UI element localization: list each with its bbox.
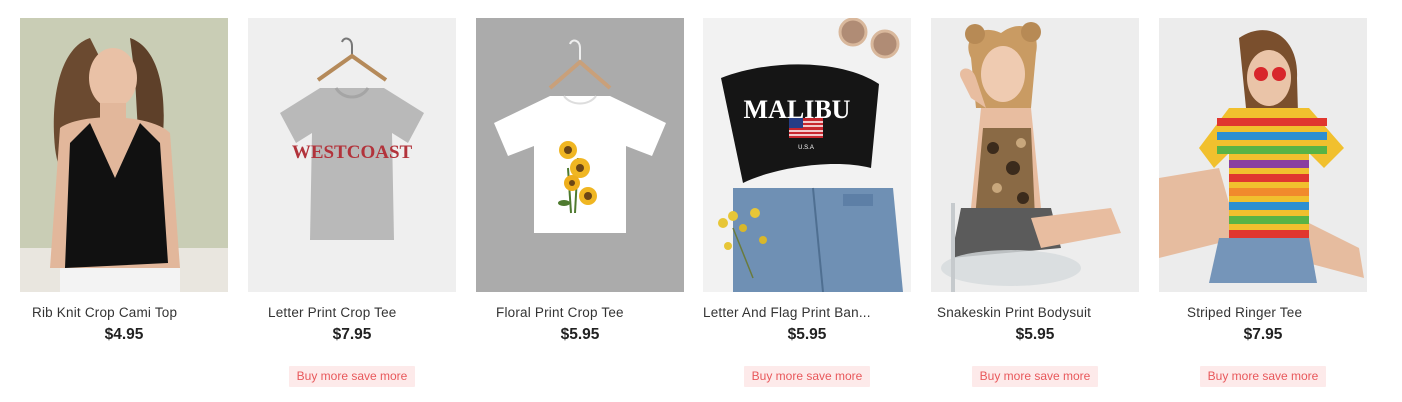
promo-badge[interactable]: Buy more save more xyxy=(289,366,415,387)
product-image[interactable]: WESTCOAST xyxy=(248,18,456,292)
product-price: $4.95 xyxy=(104,326,144,343)
product-price: $7.95 xyxy=(332,326,372,343)
promo-badge[interactable]: Buy more save more xyxy=(972,366,1098,387)
product-card[interactable]: WESTCOAST Letter Print Crop Tee $7.95 Bu… xyxy=(248,18,456,398)
promo-badge[interactable]: Buy more save more xyxy=(1200,366,1326,387)
product-card[interactable]: Floral Print Crop Tee $5.95 xyxy=(476,18,684,398)
shirt-print-text: WESTCOAST xyxy=(292,142,413,163)
product-title[interactable]: Floral Print Crop Tee xyxy=(496,305,704,320)
product-title[interactable]: Striped Ringer Tee xyxy=(1187,305,1395,320)
product-card[interactable]: Snakeskin Print Bodysuit $5.95 Buy more … xyxy=(931,18,1139,398)
promo-badge[interactable]: Buy more save more xyxy=(744,366,870,387)
product-card[interactable]: Striped Ringer Tee $7.95 Buy more save m… xyxy=(1159,18,1367,398)
product-title[interactable]: Snakeskin Print Bodysuit xyxy=(937,305,1145,320)
product-price: $5.95 xyxy=(1015,326,1055,343)
product-card[interactable]: MALIBU U.S.A Letter And Flag Print Ban..… xyxy=(703,18,911,398)
product-image[interactable] xyxy=(476,18,684,292)
product-price: $5.95 xyxy=(787,326,827,343)
top-print-subtext: U.S.A xyxy=(798,145,814,151)
product-title[interactable]: Letter And Flag Print Ban... xyxy=(703,305,893,320)
product-title[interactable]: Rib Knit Crop Cami Top xyxy=(32,305,240,320)
product-title[interactable]: Letter Print Crop Tee xyxy=(268,305,476,320)
product-image[interactable] xyxy=(1159,18,1367,292)
product-image[interactable] xyxy=(931,18,1139,292)
product-image[interactable]: MALIBU U.S.A xyxy=(703,18,911,292)
product-card[interactable]: Rib Knit Crop Cami Top $4.95 xyxy=(20,18,228,398)
product-image[interactable] xyxy=(20,18,228,292)
product-price: $5.95 xyxy=(560,326,600,343)
product-price: $7.95 xyxy=(1243,326,1283,343)
